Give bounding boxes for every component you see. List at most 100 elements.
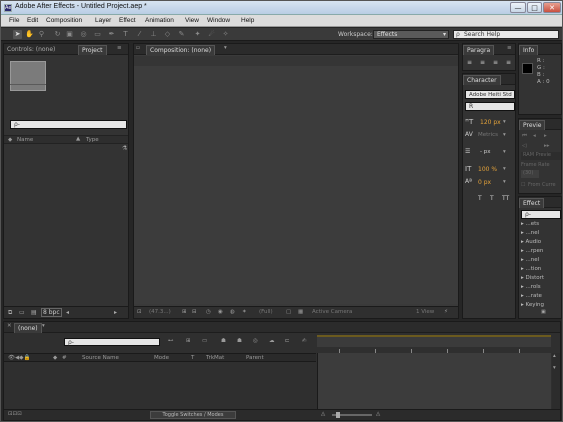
col-mode[interactable]: Mode xyxy=(154,355,169,361)
zoom-in-icon[interactable]: ◬ xyxy=(376,411,380,417)
puppet-starch-icon[interactable]: ✧ xyxy=(221,30,230,39)
tab-composition[interactable]: Composition: (none) xyxy=(146,45,216,55)
chevron-down-icon[interactable]: ▾ xyxy=(503,132,506,138)
resolution-dropdown[interactable]: (Full) xyxy=(259,309,273,315)
roto-brush-tool-icon[interactable]: ✎ xyxy=(177,30,186,39)
clone-stamp-tool-icon[interactable]: ⊥ xyxy=(149,30,158,39)
chevron-down-icon[interactable]: ▾ xyxy=(503,166,506,172)
safe-margins-icon[interactable]: ⊞ xyxy=(182,309,187,315)
brainstorm-icon[interactable]: ☁ xyxy=(269,338,275,344)
work-area-bar[interactable] xyxy=(317,335,551,347)
list-item[interactable]: ▸ Distort xyxy=(521,275,544,281)
menu-composition[interactable]: Composition xyxy=(46,17,82,24)
tab-project[interactable]: Project xyxy=(78,45,107,55)
fast-preview-icon[interactable]: ⚡ xyxy=(444,309,448,315)
search-help-input[interactable]: ρ Search Help xyxy=(453,30,559,39)
timeline-search-input[interactable]: ρ- xyxy=(64,338,160,346)
all-caps-icon[interactable]: TT xyxy=(502,195,509,202)
snapshot-icon[interactable]: ◉ xyxy=(218,309,223,315)
scroll-down-icon[interactable]: ▾ xyxy=(553,365,556,371)
chevron-down-icon[interactable]: ▾ xyxy=(503,119,506,125)
timeline-scrollbar[interactable]: ▴ ▾ xyxy=(552,353,560,409)
faux-bold-icon[interactable]: T xyxy=(478,195,482,202)
layer-list[interactable] xyxy=(4,362,316,409)
motion-blur-icon[interactable]: ◎ xyxy=(253,338,258,344)
frame-rate-dropdown[interactable]: (30) xyxy=(521,170,539,178)
show-snapshot-icon[interactable]: ◍ xyxy=(230,309,235,315)
grid-icon[interactable]: ⊟ xyxy=(192,309,197,315)
justify-icon[interactable]: ≡ xyxy=(506,59,511,66)
prev-frame-icon[interactable]: ◂ xyxy=(533,133,536,139)
hand-tool-icon[interactable]: ✋ xyxy=(25,30,34,39)
selection-tool-icon[interactable]: ➤ xyxy=(13,30,22,39)
tab-preview[interactable]: Previe xyxy=(519,120,546,130)
rotate-tool-icon[interactable]: ↻ xyxy=(53,30,62,39)
ram-preview-icon[interactable]: ▸▸ xyxy=(544,143,550,149)
chevron-down-icon[interactable]: ▾ xyxy=(503,179,506,185)
font-size-value[interactable]: 120 px xyxy=(480,119,501,126)
puppet-tool-icon[interactable]: ✦ xyxy=(193,30,202,39)
list-item[interactable]: ▸ Keying xyxy=(521,302,544,308)
channel-icon[interactable]: ✶ xyxy=(242,309,247,315)
align-left-icon[interactable]: ≡ xyxy=(467,59,472,66)
baseline-shift-value[interactable]: 0 px xyxy=(478,179,491,186)
list-item[interactable]: ▸ ...rols xyxy=(521,284,541,290)
effects-search-input[interactable]: ρ- xyxy=(521,210,561,219)
close-button[interactable]: ✕ xyxy=(543,2,561,13)
col-type[interactable]: Type xyxy=(86,137,99,143)
composition-viewer[interactable] xyxy=(134,66,458,304)
zoom-slider-handle[interactable] xyxy=(336,412,340,418)
view-layout-dropdown[interactable]: 1 View xyxy=(416,309,434,315)
faux-italic-icon[interactable]: T xyxy=(490,195,494,202)
vertical-scale-value[interactable]: 100 % xyxy=(478,166,497,173)
project-search-input[interactable]: ρ- xyxy=(10,120,127,129)
ram-preview-options[interactable]: RAM Previe xyxy=(521,152,561,160)
brush-tool-icon[interactable]: ⁄ xyxy=(135,30,144,39)
panel-menu-icon[interactable]: ≡ xyxy=(507,45,512,51)
align-center-icon[interactable]: ≡ xyxy=(480,59,485,66)
interpret-footage-icon[interactable]: ⧉ xyxy=(8,309,12,317)
tab-paragraph[interactable]: Paragra xyxy=(463,45,495,55)
menu-window[interactable]: Window xyxy=(207,17,230,24)
delete-icon[interactable]: ◂ xyxy=(66,309,69,316)
minimize-button[interactable]: — xyxy=(510,2,526,13)
camera-dropdown[interactable]: Active Camera xyxy=(312,309,352,315)
flowchart-icon[interactable]: ⚗ xyxy=(122,145,128,155)
audio-icon[interactable]: ◁ xyxy=(522,143,526,149)
tab-character[interactable]: Character xyxy=(463,75,501,85)
text-tool-icon[interactable]: T xyxy=(121,30,130,39)
menu-animation[interactable]: Animation xyxy=(145,17,174,24)
zoom-out-icon[interactable]: ◬ xyxy=(321,411,325,417)
new-composition-icon[interactable]: ▤ xyxy=(31,309,37,316)
tab-info[interactable]: Info xyxy=(519,45,539,55)
zoom-tool-icon[interactable]: ⚲ xyxy=(37,30,46,39)
chevron-down-icon[interactable]: ▾ xyxy=(503,149,506,155)
lock-icon[interactable]: ▫ xyxy=(136,45,140,51)
menu-edit[interactable]: Edit xyxy=(27,17,38,24)
graph-editor-curve-icon[interactable]: ✍ xyxy=(302,338,307,344)
align-right-icon[interactable]: ≡ xyxy=(493,59,498,66)
toggle-switches-button[interactable]: Toggle Switches / Modes xyxy=(150,411,236,419)
zoom-dropdown[interactable]: (47.3...) xyxy=(149,309,171,315)
graph-editor-icon[interactable]: ⊏ xyxy=(285,338,290,344)
stroke-width[interactable]: - px xyxy=(480,149,490,155)
toggle-switches-icon[interactable]: ⊡⊡⊡ xyxy=(8,411,22,417)
tab-timeline[interactable]: (none) xyxy=(14,323,42,333)
frame-blending-icon[interactable]: ☗ xyxy=(237,338,242,344)
always-preview-icon[interactable]: ⊡ xyxy=(137,309,142,315)
draft-3d-icon[interactable]: ▭ xyxy=(202,338,207,344)
transparency-grid-icon[interactable]: ▦ xyxy=(298,309,303,315)
list-item[interactable]: ▸ ...nel xyxy=(521,230,539,236)
timeline-graph-area[interactable] xyxy=(317,353,551,409)
list-item[interactable]: ▸ ...nel xyxy=(521,257,539,263)
tab-effects[interactable]: Effect xyxy=(519,198,545,208)
hide-shy-icon[interactable]: ☗ xyxy=(221,338,226,344)
col-parent[interactable]: Parent xyxy=(246,355,264,361)
scroll-up-icon[interactable]: ▴ xyxy=(553,353,556,359)
scroll-right-icon[interactable]: ▸ xyxy=(114,309,117,316)
puppet-overlap-icon[interactable]: ☄ xyxy=(207,30,216,39)
tab-effect-controls[interactable]: Controls: (none) xyxy=(4,45,58,55)
first-frame-icon[interactable]: ⏮ xyxy=(522,133,527,140)
font-style-input[interactable]: R xyxy=(465,102,515,111)
panel-menu-icon[interactable]: ▾ xyxy=(42,323,45,329)
